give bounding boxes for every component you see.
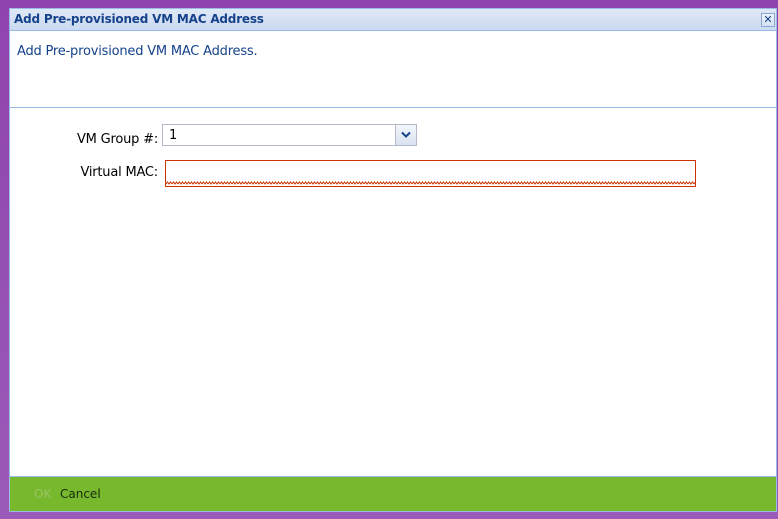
- close-button[interactable]: ✕: [761, 13, 775, 27]
- chevron-down-icon: [401, 131, 411, 138]
- ok-button[interactable]: OK: [34, 487, 51, 501]
- dialog-titlebar[interactable]: Add Pre-provisioned VM MAC Address ✕: [10, 9, 776, 31]
- description-panel: Add Pre-provisioned VM MAC Address.: [10, 31, 776, 108]
- vm-group-value[interactable]: 1: [169, 128, 177, 143]
- form-panel: VM Group #: 1 Virtual MAC:: [10, 108, 776, 477]
- dialog-footer: OK Cancel: [10, 476, 776, 511]
- virtual-mac-label: Virtual MAC:: [80, 165, 158, 180]
- vm-group-label: VM Group #:: [76, 132, 158, 147]
- virtual-mac-input[interactable]: [165, 160, 696, 187]
- close-icon: ✕: [763, 13, 773, 26]
- dialog-title: Add Pre-provisioned VM MAC Address: [14, 12, 264, 26]
- dialog-description: Add Pre-provisioned VM MAC Address.: [17, 44, 258, 59]
- window-frame: Add Pre-provisioned VM MAC Address ✕ Add…: [0, 0, 778, 519]
- vm-group-combobox[interactable]: 1: [162, 124, 417, 146]
- vm-group-dropdown-trigger[interactable]: [395, 125, 416, 145]
- dialog: Add Pre-provisioned VM MAC Address ✕ Add…: [9, 8, 777, 512]
- cancel-button[interactable]: Cancel: [60, 487, 101, 501]
